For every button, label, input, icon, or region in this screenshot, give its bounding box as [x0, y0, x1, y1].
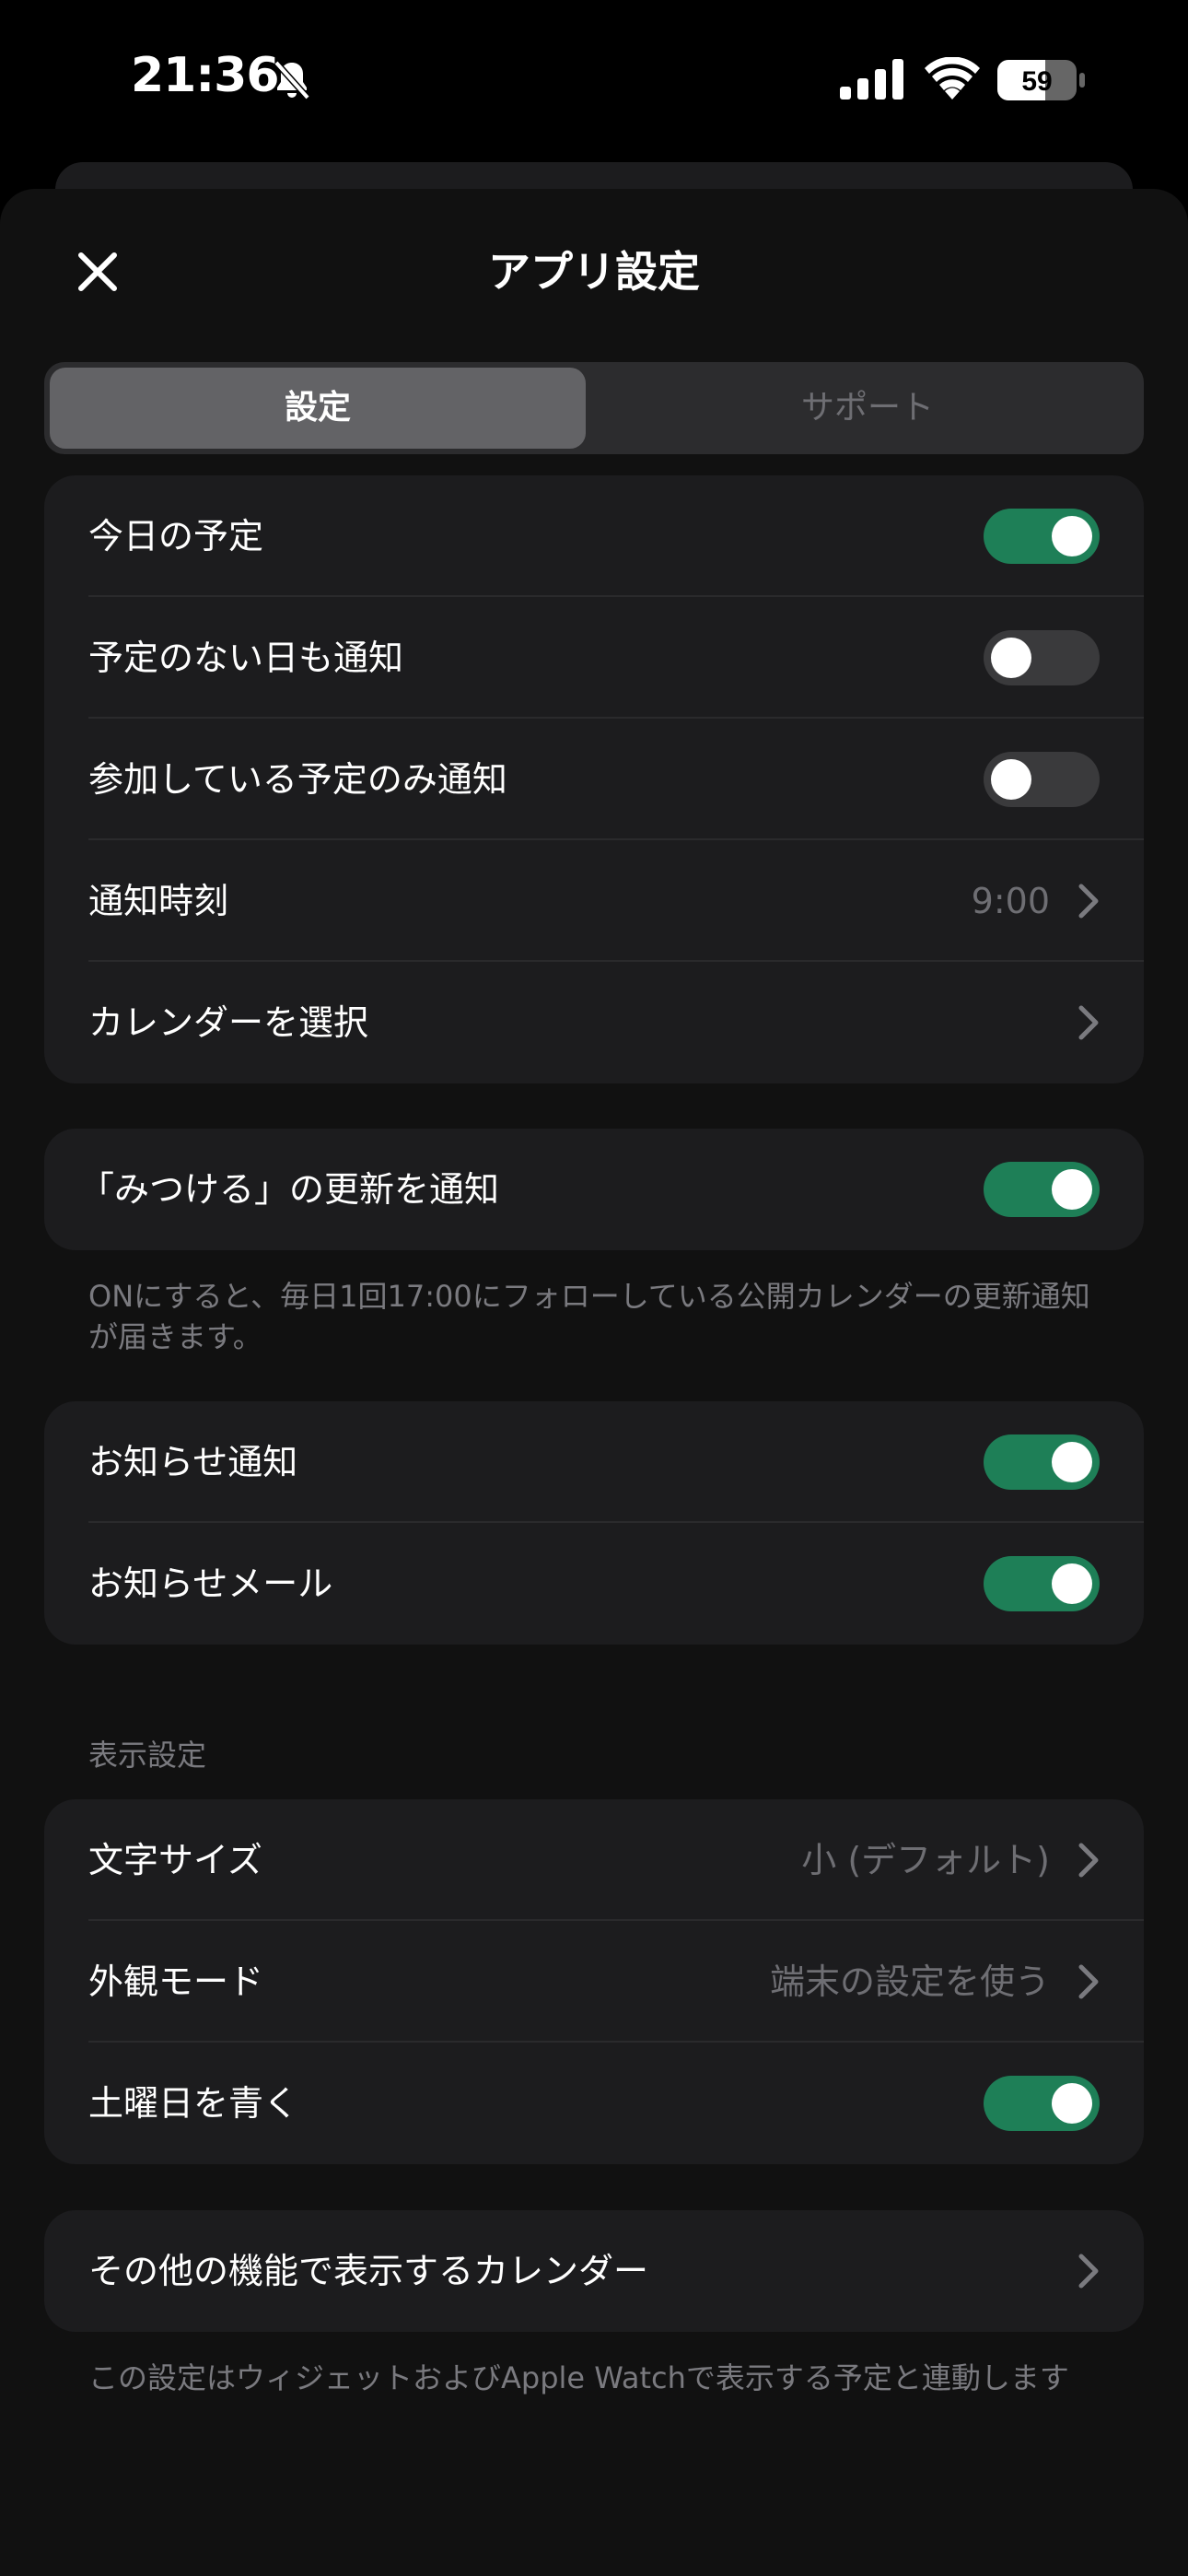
mitsukeru-update-toggle[interactable] [984, 1162, 1100, 1217]
row-notify-no-schedule: 予定のない日も通知 [44, 597, 1144, 719]
toggle-knob [1052, 1563, 1092, 1604]
mitsukeru-group: 「みつける」の更新を通知 [44, 1129, 1144, 1250]
other-calendar-group: その他の機能で表示するカレンダー [44, 2210, 1144, 2332]
row-font-size[interactable]: 文字サイズ 小 (デフォルト) [44, 1799, 1144, 1921]
appearance-value: 端末の設定を使う [769, 1961, 1050, 2002]
saturday-blue-toggle[interactable] [984, 2076, 1100, 2131]
row-notify-time[interactable]: 通知時刻 9:00 [44, 840, 1144, 962]
other-calendar-label: その他の機能で表示するカレンダー [88, 2251, 649, 2291]
notify-time-value: 9:00 [971, 881, 1050, 921]
page-title: アプリ設定 [488, 247, 700, 297]
news-mail-label: お知らせメール [88, 1563, 333, 1604]
battery-level: 59 [1021, 66, 1052, 97]
todays-schedule-label: 今日の予定 [88, 516, 264, 556]
status-bar: 21:36 59 [0, 0, 1188, 161]
chevron-right-icon [1078, 884, 1099, 919]
notify-no-schedule-label: 予定のない日も通知 [88, 638, 404, 678]
notify-time-label: 通知時刻 [88, 881, 229, 921]
display-settings-header: 表示設定 [88, 1738, 207, 1773]
row-mitsukeru-update: 「みつける」の更新を通知 [44, 1129, 1144, 1250]
notification-settings-group: 今日の予定 予定のない日も通知 参加している予定のみ通知 通知時刻 9:00 カ… [44, 475, 1144, 1083]
settings-sheet: アプリ設定 設定 サポート 今日の予定 予定のない日も通知 参加している予定のみ… [0, 189, 1188, 2576]
font-size-value: 小 (デフォルト) [801, 1840, 1050, 1880]
chevron-right-icon [1078, 1964, 1099, 1999]
chevron-right-icon [1078, 1005, 1099, 1040]
toggle-knob [1052, 1442, 1092, 1482]
status-time: 21:36 [131, 48, 280, 103]
segmented-control: 設定 サポート [44, 362, 1144, 454]
toggle-knob [991, 759, 1031, 800]
row-saturday-blue: 土曜日を青く [44, 2043, 1144, 2164]
row-news-notification: お知らせ通知 [44, 1401, 1144, 1523]
tab-support[interactable]: サポート [597, 368, 1138, 449]
row-news-mail: お知らせメール [44, 1523, 1144, 1645]
news-group: お知らせ通知 お知らせメール [44, 1401, 1144, 1645]
notify-no-schedule-toggle[interactable] [984, 630, 1100, 685]
display-settings-group: 文字サイズ 小 (デフォルト) 外観モード 端末の設定を使う 土曜日を青く [44, 1799, 1144, 2164]
notify-attending-only-toggle[interactable] [984, 752, 1100, 807]
row-notify-attending-only: 参加している予定のみ通知 [44, 719, 1144, 840]
appearance-label: 外観モード [88, 1961, 264, 2002]
mitsukeru-footnote: ONにすると、毎日1回17:00にフォローしている公開カレンダーの更新通知が届き… [88, 1279, 1090, 1354]
toggle-knob [1052, 2083, 1092, 2124]
row-todays-schedule: 今日の予定 [44, 475, 1144, 597]
todays-schedule-toggle[interactable] [984, 509, 1100, 564]
toggle-knob [1052, 1169, 1092, 1210]
news-notification-toggle[interactable] [984, 1434, 1100, 1490]
row-appearance[interactable]: 外観モード 端末の設定を使う [44, 1921, 1144, 2043]
other-calendar-footnote: この設定はウィジェットおよびApple Watchで表示する予定と連動します [88, 2360, 1069, 2395]
notify-attending-only-label: 参加している予定のみ通知 [88, 759, 507, 800]
cellular-signal-icon [840, 59, 903, 100]
row-select-calendar[interactable]: カレンダーを選択 [44, 962, 1144, 1083]
select-calendar-label: カレンダーを選択 [88, 1002, 369, 1043]
saturday-blue-label: 土曜日を青く [88, 2083, 299, 2124]
toggle-knob [1052, 516, 1092, 556]
toggle-knob [991, 638, 1031, 678]
tab-settings[interactable]: 設定 [50, 368, 586, 449]
news-notification-label: お知らせ通知 [88, 1442, 298, 1482]
wifi-icon [925, 57, 980, 100]
chevron-right-icon [1078, 1843, 1099, 1878]
font-size-label: 文字サイズ [88, 1840, 262, 1880]
chevron-right-icon [1078, 2254, 1099, 2289]
mitsukeru-update-label: 「みつける」の更新を通知 [79, 1169, 500, 1210]
news-mail-toggle[interactable] [984, 1556, 1100, 1611]
battery-icon: 59 [997, 60, 1085, 100]
bell-muted-icon [274, 60, 310, 100]
row-other-calendar[interactable]: その他の機能で表示するカレンダー [44, 2210, 1144, 2332]
